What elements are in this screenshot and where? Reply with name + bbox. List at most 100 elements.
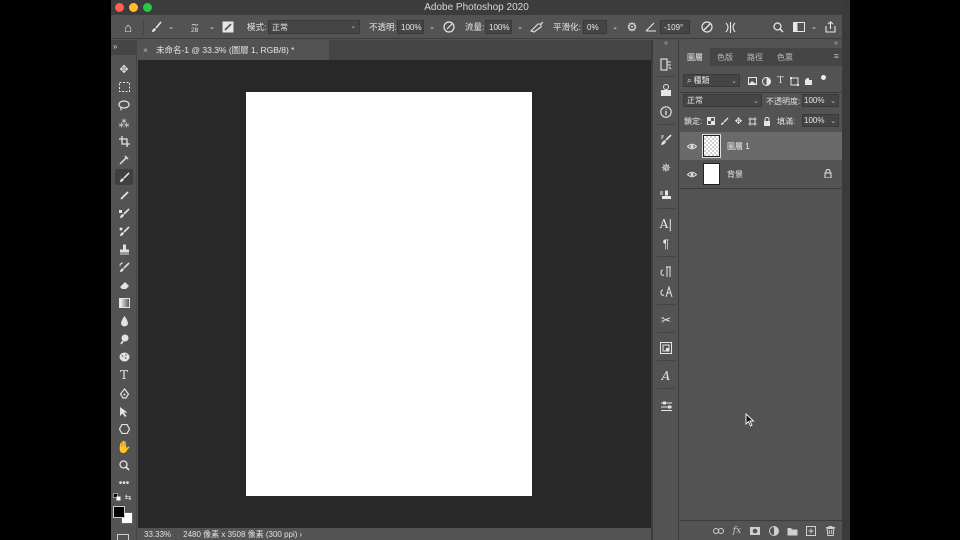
lock-all-icon[interactable] xyxy=(760,112,773,130)
more-tools-icon[interactable]: ••• xyxy=(115,475,133,491)
lock-pixels-icon[interactable] xyxy=(718,112,731,130)
pressure-opacity-icon[interactable] xyxy=(441,19,457,35)
filter-pixel-icon[interactable] xyxy=(746,72,759,90)
close-tab-icon[interactable]: × xyxy=(143,45,148,55)
tool-presets-icon[interactable] xyxy=(658,188,674,204)
opacity-field[interactable]: 100% xyxy=(397,20,424,34)
type-tool-icon[interactable]: T xyxy=(115,367,133,383)
move-tool-icon[interactable]: ✥ xyxy=(115,61,133,77)
healing-brush-tool-icon[interactable] xyxy=(115,223,133,239)
adjustments-scissors-icon[interactable]: ✂ xyxy=(658,312,674,328)
canvas-area[interactable] xyxy=(138,60,651,528)
fill-field[interactable]: 100% ⌄ xyxy=(802,114,839,127)
character-icon[interactable]: A| xyxy=(658,216,674,232)
visibility-eye-icon[interactable] xyxy=(686,141,697,152)
new-layer-icon[interactable] xyxy=(804,524,818,538)
home-icon[interactable]: ⌂ xyxy=(120,19,136,35)
lock-icon[interactable] xyxy=(824,168,832,180)
panel-menu-icon[interactable]: ≡ xyxy=(834,51,839,61)
brush-settings-panel-icon[interactable] xyxy=(658,132,674,148)
eyedropper-tool-icon[interactable] xyxy=(115,151,133,167)
gradient-tool-icon[interactable] xyxy=(115,295,133,311)
pen-tool-icon[interactable] xyxy=(115,385,133,401)
history-icon[interactable] xyxy=(658,56,674,72)
trash-icon[interactable] xyxy=(823,524,837,538)
chevron-down-icon[interactable]: ⌄ xyxy=(163,19,179,35)
chevron-down-icon[interactable]: ⌄ xyxy=(806,19,822,35)
paragraph-styles-icon[interactable] xyxy=(658,264,674,280)
adjustment-layer-icon[interactable] xyxy=(767,524,781,538)
blur-tool-icon[interactable] xyxy=(115,313,133,329)
info-icon[interactable] xyxy=(658,104,674,120)
filter-toggle-icon[interactable] xyxy=(821,75,826,80)
sponge-tool-icon[interactable] xyxy=(115,349,133,365)
paragraph-icon[interactable]: ¶ xyxy=(658,236,674,252)
magic-wand-tool-icon[interactable]: ⁂ xyxy=(115,115,133,131)
glyphs-icon[interactable]: A xyxy=(658,368,674,384)
shape-tool-icon[interactable] xyxy=(115,421,133,437)
link-layers-icon[interactable] xyxy=(711,524,725,538)
chevron-down-icon[interactable]: ⌄ xyxy=(607,19,623,35)
tab-swatches[interactable]: 色票 xyxy=(770,48,800,66)
dodge-tool-icon[interactable] xyxy=(115,331,133,347)
character-styles-icon[interactable] xyxy=(658,284,674,300)
lasso-tool-icon[interactable] xyxy=(115,97,133,113)
share-icon[interactable] xyxy=(822,19,838,35)
pencil-tool-icon[interactable] xyxy=(115,187,133,203)
airbrush-icon[interactable] xyxy=(529,19,545,35)
zoom-level[interactable]: 33.33% xyxy=(144,530,171,539)
clone-stamp-tool-icon[interactable] xyxy=(115,205,133,221)
zoom-tool-icon[interactable] xyxy=(115,457,133,473)
collapse-dock-icon[interactable]: « xyxy=(653,40,679,48)
layer-name[interactable]: 圖層 1 xyxy=(727,141,750,152)
tab-paths[interactable]: 路徑 xyxy=(740,48,770,66)
clone-source-icon[interactable]: ✵ xyxy=(658,160,674,176)
layer-row-layer-1[interactable]: 圖層 1 xyxy=(680,132,842,160)
stamp-tool-icon[interactable] xyxy=(115,241,133,257)
status-expand-icon[interactable]: › xyxy=(299,530,302,539)
layer-row-background[interactable]: 背景 xyxy=(680,160,842,188)
tab-layers[interactable]: 圖層 xyxy=(680,48,710,66)
lock-transparent-icon[interactable] xyxy=(704,112,717,130)
gear-icon[interactable]: ⚙ xyxy=(624,19,640,35)
default-colors-icon[interactable] xyxy=(112,492,122,502)
crop-tool-icon[interactable] xyxy=(115,133,133,149)
foreground-color-swatch[interactable] xyxy=(113,506,125,518)
visibility-eye-icon[interactable] xyxy=(686,169,697,180)
layer-filter-select[interactable]: ⌕ 種類 ⌄ xyxy=(683,74,740,87)
filter-adjustment-icon[interactable] xyxy=(760,72,773,90)
chevron-down-icon[interactable]: ⌄ xyxy=(424,19,440,35)
new-group-icon[interactable] xyxy=(785,524,799,538)
quick-mask-icon[interactable] xyxy=(117,534,129,540)
chevron-down-icon[interactable]: ⌄ xyxy=(512,19,528,35)
swap-colors-icon[interactable]: ⇆ xyxy=(123,492,133,502)
tab-channels[interactable]: 色版 xyxy=(710,48,740,66)
layer-name[interactable]: 背景 xyxy=(727,169,743,180)
search-icon[interactable] xyxy=(770,19,786,35)
brush-tool-icon[interactable] xyxy=(115,169,133,185)
marquee-tool-icon[interactable] xyxy=(115,79,133,95)
filter-smart-object-icon[interactable] xyxy=(802,72,815,90)
symmetry-icon[interactable] xyxy=(722,19,738,35)
path-selection-tool-icon[interactable] xyxy=(115,403,133,419)
document-tab[interactable]: × 未命名-1 @ 33.3% (圖層 1, RGB/8) * xyxy=(137,40,329,60)
collapse-panel-icon[interactable]: » xyxy=(680,40,842,48)
mode-select[interactable]: 正常 ⌄ xyxy=(268,20,360,34)
document-canvas[interactable] xyxy=(246,92,532,496)
lock-artboard-icon[interactable] xyxy=(746,112,759,130)
blend-mode-select[interactable]: 正常 ⌄ xyxy=(683,94,762,107)
layer-opacity-field[interactable]: 100% ⌄ xyxy=(802,94,839,107)
properties-icon[interactable] xyxy=(658,398,674,414)
artboard-icon[interactable] xyxy=(658,340,674,356)
workspace-icon[interactable] xyxy=(791,19,807,35)
lock-position-icon[interactable]: ✥ xyxy=(732,112,745,130)
chevron-down-icon[interactable]: ⌄ xyxy=(204,19,220,35)
navigator-icon[interactable] xyxy=(658,82,674,98)
brush-settings-icon[interactable] xyxy=(220,19,236,35)
filter-type-icon[interactable]: T xyxy=(774,72,787,90)
flow-field[interactable]: 100% xyxy=(485,20,512,34)
smoothing-field[interactable]: 0% xyxy=(583,20,607,34)
angle-field[interactable]: -109° xyxy=(660,20,690,34)
history-brush-tool-icon[interactable] xyxy=(115,259,133,275)
hand-tool-icon[interactable]: ✋ xyxy=(115,439,133,455)
